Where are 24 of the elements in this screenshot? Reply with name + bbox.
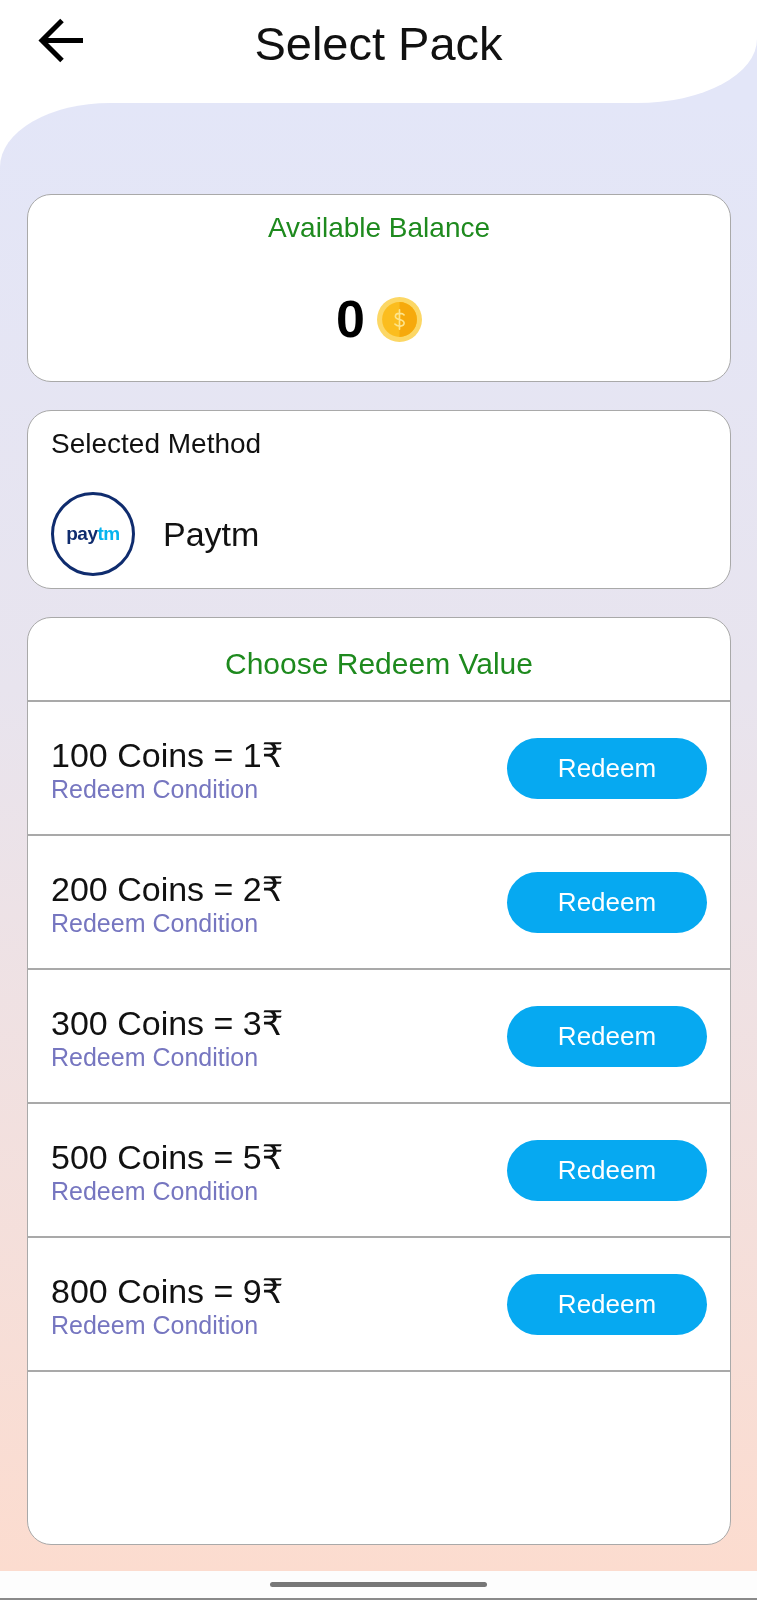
pack-value: 300 Coins = 3₹ (51, 1003, 284, 1042)
redeem-condition-link[interactable]: Redeem Condition (51, 907, 259, 938)
balance-amount: 0 (336, 289, 365, 349)
page-title: Select Pack (254, 17, 503, 71)
method-label: Selected Method (51, 427, 263, 461)
redeem-button[interactable]: Redeem (507, 1005, 707, 1067)
redeem-condition-link[interactable]: Redeem Condition (51, 773, 259, 804)
redeem-condition-link[interactable]: Redeem Condition (51, 1175, 259, 1206)
redeem-button[interactable]: Redeem (507, 871, 707, 933)
redeem-condition-link[interactable]: Redeem Condition (51, 1309, 259, 1340)
coin-icon (376, 296, 422, 342)
pack-value: 500 Coins = 5₹ (51, 1137, 284, 1176)
redeem-condition-link[interactable]: Redeem Condition (51, 1041, 259, 1072)
section-title: Choose Redeem Value (225, 646, 533, 682)
method-logo: paytm (51, 492, 135, 576)
redeem-button[interactable]: Redeem (507, 737, 707, 799)
method-name: Paytm (163, 514, 260, 554)
pack-value: 100 Coins = 1₹ (51, 735, 284, 774)
redeem-button[interactable]: Redeem (507, 1273, 707, 1335)
arrow-left-icon[interactable] (38, 18, 84, 63)
pack-value: 800 Coins = 9₹ (51, 1271, 284, 1310)
redeem-button[interactable]: Redeem (507, 1139, 707, 1201)
balance-label: Available Balance (267, 211, 491, 245)
pack-value: 200 Coins = 2₹ (51, 869, 284, 908)
